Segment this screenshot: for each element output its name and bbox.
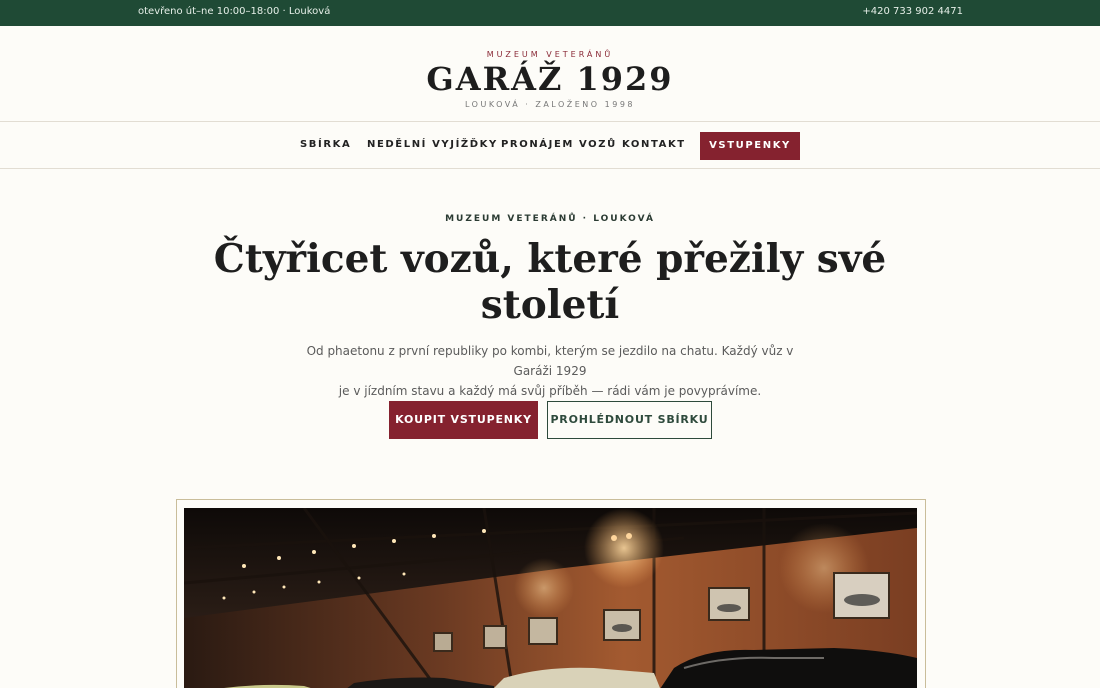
browse-collection-button[interactable]: PROHLÉDNOUT SBÍRKU: [547, 401, 712, 439]
buy-tickets-button[interactable]: KOUPIT VSTUPENKY: [389, 401, 538, 439]
opening-hours: otevřeno út–ne 10:00–18:00 · Louková: [138, 6, 331, 17]
brand-eyebrow: MUZEUM VETERÁNŮ: [486, 50, 614, 59]
nav-item-contact[interactable]: KONTAKT: [622, 139, 686, 150]
site-header: MUZEUM VETERÁNŮ GARÁŽ 1929 LOUKOVÁ · ZAL…: [0, 26, 1100, 121]
hero-eyebrow: MUZEUM VETERÁNŮ · LOUKOVÁ: [445, 214, 655, 224]
main-navigation: SBÍRKA NEDĚLNÍ VYJÍŽĎKY PRONÁJEM VOZŮ KO…: [0, 121, 1100, 169]
hero-description: Od phaetonu z první republiky po kombi, …: [300, 341, 800, 401]
nav-item-sunday-rides[interactable]: NEDĚLNÍ VYJÍŽĎKY: [367, 139, 498, 150]
hero-description-line1: Od phaetonu z první republiky po kombi, …: [306, 344, 794, 378]
garage-illustration: [184, 508, 917, 688]
hero-title-line1: Čtyřicet vozů, které přežily své: [213, 236, 887, 282]
nav-item-collection[interactable]: SBÍRKA: [300, 139, 351, 150]
hero-title-line2: století: [480, 282, 620, 328]
site-logo[interactable]: GARÁŽ 1929: [0, 60, 1100, 98]
garage-interior-photo: [184, 508, 917, 688]
hero-description-line2: je v jízdním stavu a každý má svůj příbě…: [338, 384, 762, 398]
phone-number[interactable]: +420 733 902 4471: [862, 6, 963, 17]
hero-title: Čtyřicet vozů, které přežily své století: [200, 236, 900, 328]
nav-tickets-button[interactable]: VSTUPENKY: [700, 132, 800, 160]
top-info-bar: otevřeno út–ne 10:00–18:00 · Louková +42…: [0, 0, 1100, 26]
brand-tagline: LOUKOVÁ · ZALOŽENO 1998: [465, 100, 635, 109]
nav-item-car-rental[interactable]: PRONÁJEM VOZŮ: [501, 139, 617, 150]
